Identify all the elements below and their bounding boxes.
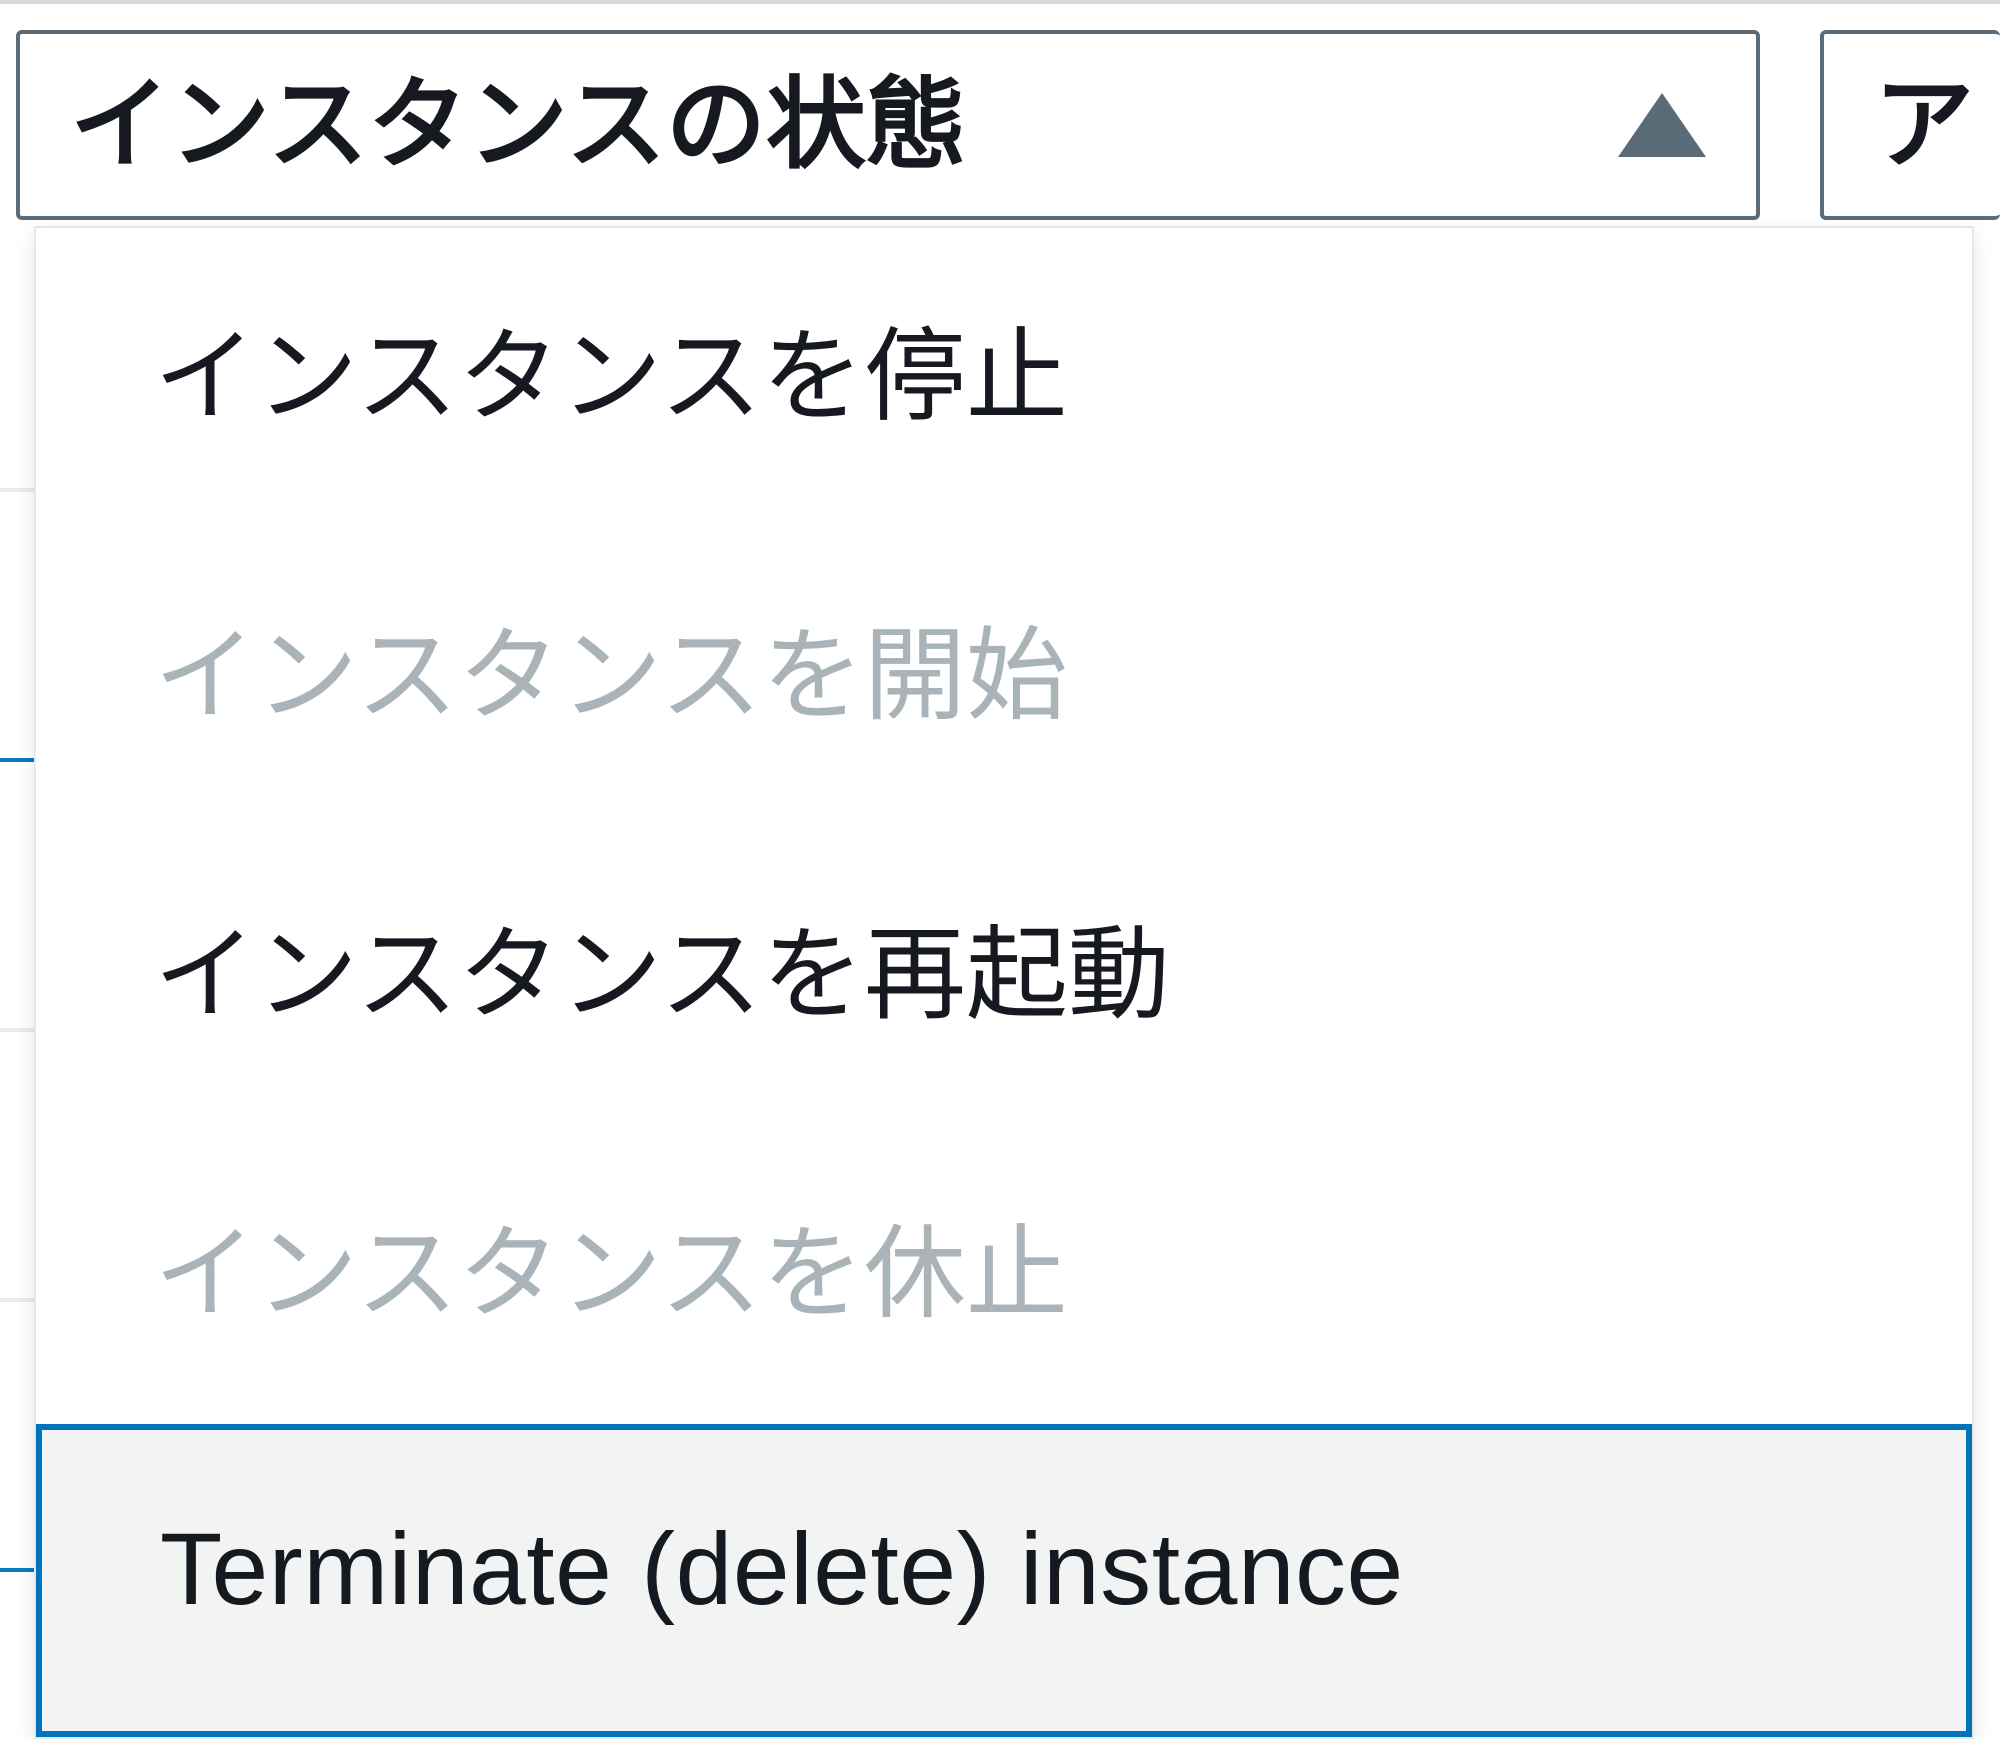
menu-item-stop-instance[interactable]: インスタンスを停止 — [36, 228, 1972, 527]
separator — [0, 0, 2000, 4]
actions-label: ア — [1874, 70, 1974, 180]
menu-item-reboot-instance[interactable]: インスタンスを再起動 — [36, 826, 1972, 1125]
actions-button[interactable]: ア — [1820, 30, 2000, 220]
instance-state-button[interactable]: インスタンスの状態 — [16, 30, 1760, 220]
menu-item-terminate-instance[interactable]: Terminate (delete) instance — [36, 1424, 1972, 1737]
actions-toolbar: インスタンスの状態 ア — [16, 30, 2000, 220]
instance-state-label: インスタンスの状態 — [70, 70, 966, 180]
caret-up-icon — [1618, 93, 1706, 157]
menu-item-hibernate-instance: インスタンスを休止 — [36, 1125, 1972, 1424]
menu-item-start-instance: インスタンスを開始 — [36, 527, 1972, 826]
background-table-rows — [0, 222, 36, 1622]
instance-state-dropdown: インスタンスを停止 インスタンスを開始 インスタンスを再起動 インスタンスを休止… — [34, 226, 1974, 1739]
